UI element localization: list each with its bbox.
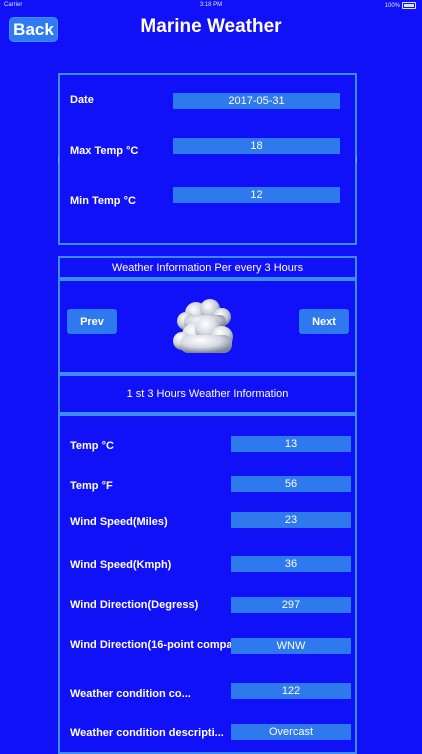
temp-f-value: 56: [231, 476, 351, 492]
battery-indicator: 100%: [385, 2, 416, 9]
wind-compass-value: WNW: [231, 638, 351, 654]
divider-tick: [58, 156, 59, 163]
max-temp-label: Max Temp °C: [70, 145, 139, 157]
divider-tick: [356, 156, 357, 163]
condition-code-label: Weather condition co...: [70, 688, 191, 700]
wind-degrees-value: 297: [231, 597, 351, 613]
status-time: 3:18 PM: [199, 2, 223, 8]
temp-c-label: Temp °C: [70, 440, 114, 452]
temp-c-value: 13: [231, 436, 351, 452]
date-label: Date: [70, 94, 94, 106]
min-temp-value: 12: [173, 187, 340, 203]
detail-heading: 1 st 3 Hours Weather Information: [126, 388, 289, 400]
temp-f-label: Temp °F: [70, 480, 113, 492]
wind-kmph-value: 36: [231, 556, 351, 572]
status-bar: Carrier 3:18 PM 100%: [0, 0, 422, 12]
date-value: 2017-05-31: [173, 93, 340, 109]
battery-percent: 100%: [384, 2, 400, 9]
condition-description-value: Overcast: [231, 724, 351, 740]
cloudy-icon: [170, 297, 242, 359]
next-button[interactable]: Next: [299, 309, 349, 334]
wind-miles-value: 23: [231, 512, 351, 528]
battery-icon: [402, 2, 416, 9]
min-temp-label: Min Temp °C: [70, 195, 136, 207]
prev-button[interactable]: Prev: [67, 309, 117, 334]
wind-miles-label: Wind Speed(Miles): [70, 516, 168, 528]
detail-panel: [58, 414, 357, 754]
wind-compass-label: Wind Direction(16-point compass): [70, 639, 249, 651]
per3h-heading: Weather Information Per every 3 Hours: [111, 262, 304, 274]
condition-code-value: 122: [231, 683, 351, 699]
condition-description-label: Weather condition descripti...: [70, 727, 224, 739]
max-temp-value: 18: [173, 138, 340, 154]
wind-degrees-label: Wind Direction(Degress): [70, 599, 199, 611]
wind-kmph-label: Wind Speed(Kmph): [70, 559, 172, 571]
page-title: Marine Weather: [140, 16, 282, 37]
